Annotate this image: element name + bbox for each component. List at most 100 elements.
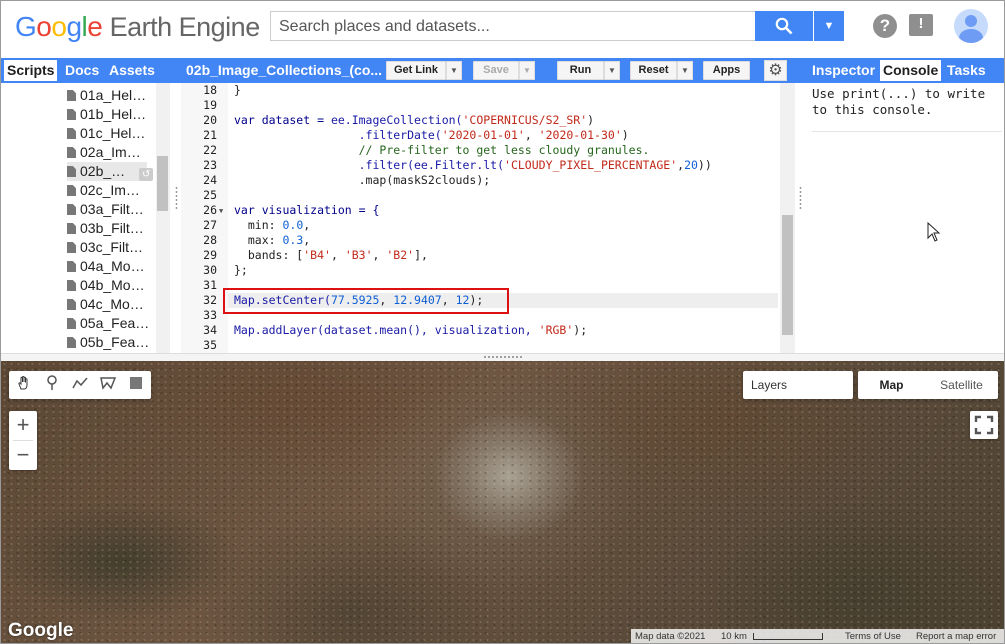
google-map-logo: Google xyxy=(8,620,74,641)
search-dropdown-button[interactable]: ▼ xyxy=(814,11,844,41)
script-item[interactable]: 04a_Mo… xyxy=(67,257,145,276)
hand-pan-icon[interactable] xyxy=(14,375,34,395)
script-item[interactable]: 01a_Hel… xyxy=(67,86,146,105)
code-line: Map.addLayer(dataset.mean(), visualizati… xyxy=(234,323,588,337)
file-icon xyxy=(67,147,76,158)
file-icon xyxy=(67,261,76,272)
fullscreen-button[interactable] xyxy=(970,411,998,439)
map-type-satellite-button[interactable]: Satellite xyxy=(925,371,998,399)
code-comment: // Pre-filter to get less cloudy granule… xyxy=(234,143,650,157)
help-icon[interactable]: ? xyxy=(873,14,897,38)
code-line: min: 0.0, xyxy=(234,218,311,232)
chevron-down-icon: ▼ xyxy=(450,66,458,75)
report-error-link[interactable]: Report a map error xyxy=(916,629,996,643)
reset-dropdown[interactable]: ▼ xyxy=(677,61,693,80)
code-line: } xyxy=(234,83,241,97)
reset-button[interactable]: Reset xyxy=(630,61,677,80)
scale-bar xyxy=(753,633,823,640)
line-number: 31 xyxy=(203,278,217,292)
history-icon[interactable]: ↺ xyxy=(139,168,154,181)
code-line: .map(maskS2clouds); xyxy=(234,173,491,187)
file-icon xyxy=(67,90,76,101)
script-item[interactable]: 05b_Fea… xyxy=(67,333,149,352)
chevron-down-icon: ▼ xyxy=(681,66,689,75)
tab-assets[interactable]: Assets xyxy=(106,60,158,81)
line-number: 34 xyxy=(203,323,217,337)
map-view[interactable]: + − Layers Map Satellite Google Map data… xyxy=(1,361,1004,643)
get-link-button[interactable]: Get Link xyxy=(386,61,446,80)
script-item[interactable]: 03b_Filt… xyxy=(67,219,144,238)
mouse-cursor-icon xyxy=(927,222,941,242)
tab-inspector[interactable]: Inspector xyxy=(809,60,878,81)
right-panel-resize-handle[interactable] xyxy=(798,186,803,210)
get-link-dropdown[interactable]: ▼ xyxy=(446,61,462,80)
fold-arrow-icon[interactable]: ▼ xyxy=(219,207,223,215)
file-icon xyxy=(67,185,76,196)
layers-button[interactable]: Layers xyxy=(743,371,853,399)
file-icon xyxy=(67,204,76,215)
settings-button[interactable]: ⚙ xyxy=(764,60,787,81)
line-number: 21 xyxy=(203,128,217,142)
line-tool-icon[interactable] xyxy=(70,375,90,395)
zoom-out-button[interactable]: − xyxy=(9,441,37,470)
save-dropdown[interactable]: ▼ xyxy=(519,61,535,80)
script-item-selected[interactable]: 02b_… ↺ xyxy=(67,162,154,181)
logo-product-name: Earth Engine xyxy=(109,12,261,42)
run-button[interactable]: Run xyxy=(557,61,604,80)
code-line: }; xyxy=(234,263,248,277)
google-earth-engine-logo[interactable]: Google Earth Engine xyxy=(15,11,260,43)
line-number: 25 xyxy=(203,188,217,202)
line-number: 35 xyxy=(203,338,217,352)
rectangle-tool-icon[interactable] xyxy=(126,375,146,395)
code-line: max: 0.3, xyxy=(234,233,311,247)
script-item[interactable]: 04c_Mo… xyxy=(67,295,144,314)
script-list-scrolltrack[interactable] xyxy=(156,83,170,353)
point-marker-icon[interactable] xyxy=(42,375,62,395)
zoom-in-button[interactable]: + xyxy=(9,411,37,440)
script-title: 02b_Image_Collections_(co... xyxy=(186,62,383,78)
terms-link[interactable]: Terms of Use xyxy=(845,629,901,643)
gear-icon: ⚙ xyxy=(768,62,783,79)
satellite-imagery xyxy=(1,361,1004,643)
left-panel-resize-handle[interactable] xyxy=(174,186,179,210)
script-item[interactable]: 01b_Hel… xyxy=(67,105,146,124)
search-input[interactable]: Search places and datasets... xyxy=(270,11,756,41)
line-number: 32 xyxy=(203,293,217,307)
script-item[interactable]: 04b_Mo… xyxy=(67,276,145,295)
file-icon xyxy=(67,299,76,310)
script-list-scrollbar[interactable] xyxy=(157,156,168,211)
script-item[interactable]: 03c_Filt… xyxy=(67,238,143,257)
divider xyxy=(812,131,1002,132)
file-icon xyxy=(67,166,76,177)
feedback-icon[interactable]: ! xyxy=(909,14,933,36)
search-button[interactable] xyxy=(755,11,813,41)
polygon-tool-icon[interactable] xyxy=(98,375,118,395)
tab-scripts[interactable]: Scripts xyxy=(4,60,58,81)
run-dropdown[interactable]: ▼ xyxy=(604,61,620,80)
avatar[interactable] xyxy=(954,9,988,43)
line-number: 33 xyxy=(203,308,217,322)
file-icon xyxy=(67,223,76,234)
script-item[interactable]: 02a_Im… xyxy=(67,143,141,162)
script-item[interactable]: 02c_Im… xyxy=(67,181,140,200)
tab-docs[interactable]: Docs xyxy=(62,60,102,81)
line-number: 28 xyxy=(203,233,217,247)
chevron-down-icon: ▼ xyxy=(523,66,531,75)
save-button[interactable]: Save xyxy=(473,61,519,80)
file-icon xyxy=(67,128,76,139)
file-icon xyxy=(67,318,76,329)
code-line: var visualization = { xyxy=(234,203,380,217)
map-type-map-button[interactable]: Map xyxy=(858,371,925,399)
apps-button[interactable]: Apps xyxy=(703,61,750,80)
script-item[interactable]: 03a_Filt… xyxy=(67,200,144,219)
line-number: 18 xyxy=(203,83,217,97)
map-type-control: Map Satellite xyxy=(858,371,998,399)
tab-tasks[interactable]: Tasks xyxy=(944,60,989,81)
code-line: .filter(ee.Filter.lt('CLOUDY_PIXEL_PERCE… xyxy=(234,158,712,172)
script-item[interactable]: 01c_Hel… xyxy=(67,124,145,143)
editor-scrollbar[interactable] xyxy=(782,215,793,335)
tab-console[interactable]: Console xyxy=(880,60,942,81)
scale-label[interactable]: 10 km xyxy=(721,629,747,643)
script-item[interactable]: 05a_Fea… xyxy=(67,314,149,333)
map-resize-handle[interactable] xyxy=(483,355,523,359)
